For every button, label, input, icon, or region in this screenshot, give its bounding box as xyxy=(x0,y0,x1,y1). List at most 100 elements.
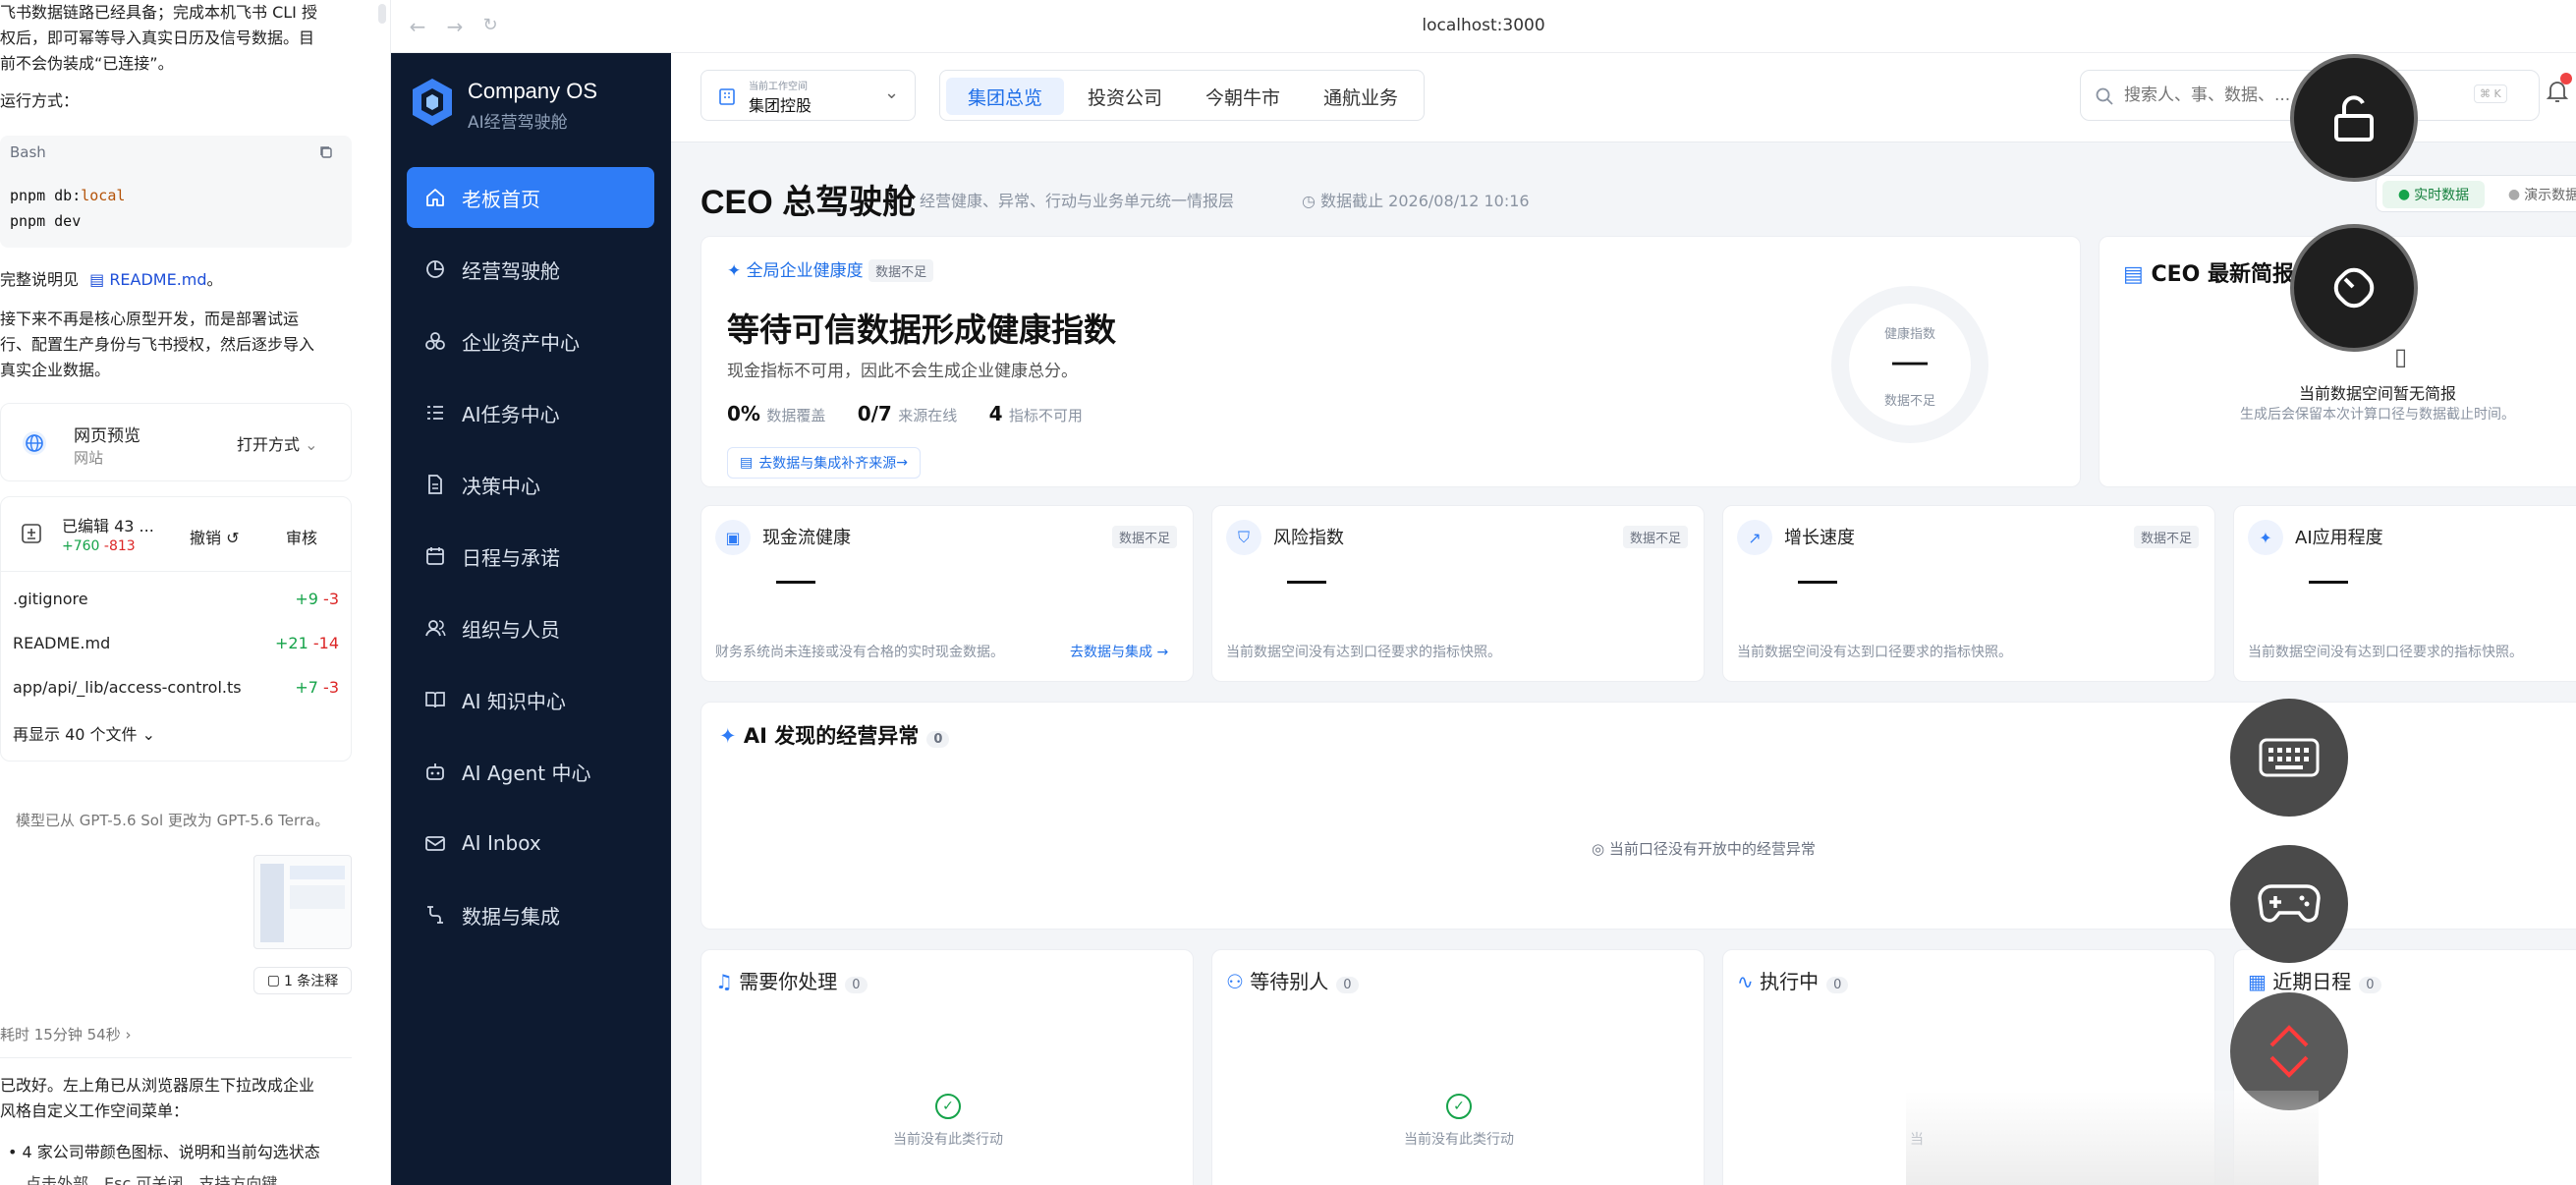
bullet-text: 4 家公司带颜色图标、说明和当前勾选状态 xyxy=(22,1143,320,1161)
tab-aviation[interactable]: 通航业务 xyxy=(1304,78,1418,115)
web-preview-card[interactable]: 网页预览 网站 打开方式 ⌄ xyxy=(0,403,352,481)
undo-button[interactable]: 撤销 ↺ xyxy=(190,525,240,548)
sidebar-item-knowledge[interactable]: AI 知识中心 xyxy=(407,669,654,730)
chat-text-line: 行、配置生产身份与飞书授权，然后逐步导入 xyxy=(0,335,315,354)
notification-button[interactable] xyxy=(2546,73,2573,108)
mouse-control[interactable] xyxy=(2290,224,2418,352)
brand-subtitle: AI经营驾驶舱 xyxy=(468,113,568,133)
thumbnail-image[interactable] xyxy=(253,855,352,949)
sidebar-item-schedule[interactable]: 日程与承诺 xyxy=(407,526,654,587)
count-badge: 0 xyxy=(1336,977,1359,993)
sidebar-item-label: AI Agent 中心 xyxy=(462,761,591,785)
show-more-files[interactable]: 再显示 40 个文件 ⌄ xyxy=(13,721,155,745)
sidebar-item-ai-tasks[interactable]: AI任务中心 xyxy=(407,382,654,443)
bell-icon: ♫ xyxy=(715,970,733,993)
file-row[interactable]: .gitignore +9 -3 xyxy=(13,590,339,608)
brief-empty: 当前数据空间暂无简报 xyxy=(2298,384,2456,403)
gauge-status: 数据不足 xyxy=(1883,394,1935,409)
check-circle-icon: ◎ xyxy=(1592,840,1605,858)
undo-label[interactable]: 撤销 xyxy=(190,529,221,547)
sidebar-item-integration[interactable]: 数据与集成 xyxy=(407,884,654,945)
go-integration-link[interactable]: ▤ 去数据与集成补齐来源 → xyxy=(727,447,921,479)
chevron-down-icon: ⌄ xyxy=(141,725,156,744)
count-badge: 0 xyxy=(1826,977,1849,993)
model-change-note: 模型已从 GPT-5.6 Sol 更改为 GPT-5.6 Terra。 xyxy=(16,812,330,829)
app-sidebar: Company OS AI经营驾驶舱 老板首页 经营驾驶舱 企业资产中心 AI任… xyxy=(391,53,671,1185)
brand-name: Company OS xyxy=(468,79,598,103)
sidebar-item-cockpit[interactable]: 经营驾驶舱 xyxy=(407,239,654,300)
bot-icon xyxy=(422,759,448,784)
annotation-label[interactable]: 1 条注释 xyxy=(284,971,338,990)
review-button[interactable]: 审核 xyxy=(286,525,317,548)
sidebar-item-label: 老板首页 xyxy=(462,187,540,211)
sidebar-item-assets[interactable]: 企业资产中心 xyxy=(407,310,654,371)
company-logo-icon xyxy=(413,79,452,126)
demo-dot: ● xyxy=(2507,187,2521,202)
file-name[interactable]: .gitignore xyxy=(13,590,88,608)
kpi-link-text[interactable]: 去数据与集成 xyxy=(1070,645,1152,660)
code-line-2: pnpm dev xyxy=(10,212,82,230)
kpi-card: ↗ 增长速度 数据不足 当前数据空间没有达到口径要求的指标快照。 xyxy=(1722,505,2215,682)
tab-group-overview[interactable]: 集团总览 xyxy=(946,78,1064,115)
unlock-control[interactable] xyxy=(2290,54,2418,182)
elapsed-label[interactable]: 耗时 15分钟 54秒 xyxy=(0,1026,121,1044)
mode-live-label[interactable]: 实时数据 xyxy=(2414,185,2469,204)
sidebar-item-label: AI 知识中心 xyxy=(462,689,566,713)
tab-bull-market[interactable]: 今朝牛市 xyxy=(1186,78,1300,115)
calendar-icon: ▦ xyxy=(2248,970,2267,993)
kpi-value xyxy=(2309,581,2348,584)
copy-icon[interactable] xyxy=(318,144,334,160)
sidebar-item-agents[interactable]: AI Agent 中心 xyxy=(407,741,654,802)
elapsed-time[interactable]: 耗时 15分钟 54秒 › xyxy=(0,1024,132,1044)
file-name[interactable]: README.md xyxy=(13,634,110,652)
workspace-switcher[interactable]: 当前工作空间 集团控股 ⌄ xyxy=(700,70,916,121)
file-added: +9 xyxy=(295,590,318,608)
annotation-button[interactable]: ▢ 1 条注释 xyxy=(253,967,352,994)
lane-title: 执行中 xyxy=(1760,970,1820,993)
file-removed: -3 xyxy=(323,590,339,608)
metric-label: 指标不可用 xyxy=(1008,407,1083,424)
kpi-link[interactable]: 去数据与集成 → xyxy=(1070,642,1168,661)
file-row[interactable]: app/api/_lib/access-control.ts +7 -3 xyxy=(13,678,339,697)
gamepad-control[interactable] xyxy=(2230,845,2348,963)
file-added: +7 xyxy=(295,678,318,697)
go-integration-text[interactable]: 去数据与集成补齐来源 xyxy=(758,453,896,473)
building-icon xyxy=(719,88,735,105)
scrollbar[interactable] xyxy=(378,4,386,24)
mode-live-button[interactable]: ● 实时数据 xyxy=(2382,181,2485,208)
kpi-card: ⛉ 风险指数 数据不足 当前数据空间没有达到口径要求的指标快照。 xyxy=(1211,505,1705,682)
show-more-label[interactable]: 再显示 40 个文件 xyxy=(13,725,138,744)
lane-empty: 当前没有此类行动 xyxy=(893,1132,1003,1148)
kpi-title: 增长速度 xyxy=(1784,528,1855,548)
sidebar-item-home[interactable]: 老板首页 xyxy=(407,167,654,228)
readme-link[interactable]: ▤ README.md xyxy=(89,270,206,289)
open-with-button[interactable]: 打开方式 ⌄ xyxy=(237,431,318,455)
lane-title: 需要你处理 xyxy=(739,970,838,993)
status-badge: 数据不足 xyxy=(2134,526,2200,548)
chat-text-line: 真实企业数据。 xyxy=(0,361,111,379)
file-row[interactable]: README.md +21 -14 xyxy=(13,634,339,652)
readme-link-text[interactable]: README.md xyxy=(109,270,206,289)
count-badge: 0 xyxy=(926,731,950,748)
address-bar[interactable]: localhost:3000 xyxy=(391,16,2576,35)
lane-header: ▦ 近期日程 0 xyxy=(2248,966,2381,994)
metric-value: 0/7 xyxy=(857,402,892,425)
divider xyxy=(0,1057,352,1058)
sidebar-item-label: 数据与集成 xyxy=(462,904,560,929)
count-badge: 0 xyxy=(2359,977,2381,993)
keyboard-control[interactable] xyxy=(2230,699,2348,817)
open-with-label[interactable]: 打开方式 xyxy=(237,435,300,454)
notification-dot xyxy=(2560,73,2572,85)
count-badge: 0 xyxy=(845,977,868,993)
sidebar-item-inbox[interactable]: AI Inbox xyxy=(407,813,654,874)
data-mode-toggle: ● 实时数据 ● 演示数据 xyxy=(2376,175,2576,212)
blur-overlay xyxy=(1906,1091,2319,1185)
file-name[interactable]: app/api/_lib/access-control.ts xyxy=(13,678,242,697)
tab-investments[interactable]: 投资公司 xyxy=(1068,78,1182,115)
users-icon: ⚇ xyxy=(1226,970,1244,993)
sidebar-item-org[interactable]: 组织与人员 xyxy=(407,597,654,658)
mode-demo-button[interactable]: ● 演示数据 xyxy=(2492,181,2576,208)
check-icon: ✓ xyxy=(935,1094,961,1119)
mode-demo-label[interactable]: 演示数据 xyxy=(2524,185,2576,204)
sidebar-item-decisions[interactable]: 决策中心 xyxy=(407,454,654,515)
